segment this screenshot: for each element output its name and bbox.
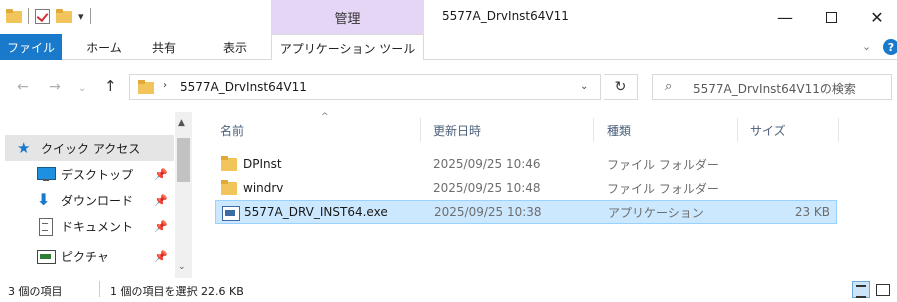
tab-file[interactable]: ファイル [0, 34, 62, 60]
column-header-type[interactable]: 種類 [607, 118, 631, 142]
file-row-dpinst[interactable]: DPInst 2025/09/25 10:46 ファイル フォルダー [215, 152, 837, 176]
tab-share[interactable]: 共有 [140, 34, 188, 60]
file-row-windrv[interactable]: windrv 2025/09/25 10:48 ファイル フォルダー [215, 176, 837, 200]
column-header-label: サイズ [750, 123, 786, 138]
customize-toolbar-dropdown[interactable]: ▾ [78, 10, 84, 23]
toolbar-divider [89, 8, 91, 24]
sidebar-item-documents[interactable]: ドキュメント 📌 [5, 213, 174, 239]
column-header-label: 種類 [607, 123, 632, 138]
search-placeholder: 5577A_DrvInst64V11の検索 [693, 82, 856, 96]
maximize-button[interactable] [808, 0, 854, 34]
column-header-label: 更新日時 [433, 123, 482, 138]
refresh-button[interactable]: ↻ [604, 74, 638, 100]
desktop-icon [37, 166, 56, 182]
file-name: windrv [243, 181, 284, 195]
sidebar-item-label: ピクチャ [61, 249, 109, 264]
sidebar-item-pictures[interactable]: ピクチャ 📌 [5, 243, 174, 269]
file-date-modified: 2025/09/25 10:48 [433, 181, 541, 195]
column-header-date-modified[interactable]: 更新日時 [433, 118, 481, 142]
file-type: ファイル フォルダー [607, 157, 719, 172]
forward-button[interactable]: → [49, 79, 61, 95]
breadcrumb-separator[interactable]: › [163, 80, 167, 91]
toolbar-divider [28, 8, 29, 24]
sidebar-item-label: クイック アクセス [41, 141, 141, 156]
pin-icon: 📌 [154, 193, 168, 207]
breadcrumb-current-folder[interactable]: 5577A_DrvInst64V11 [180, 80, 307, 94]
item-count: 3 個の項目 [8, 285, 63, 298]
details-view-icon[interactable] [852, 281, 870, 298]
manage-context-tab[interactable]: 管理 [271, 0, 424, 34]
folder-icon [221, 156, 237, 171]
quick-access-toolbar: ▾ [6, 8, 91, 24]
column-header-label: 名前 [220, 123, 245, 138]
status-bar: 3 個の項目 1 個の項目を選択 22.6 KB [0, 278, 897, 302]
navigation-pane: ★ クイック アクセス デスクトップ 📌 ⬇ ダウンロード 📌 ドキュメント 📌… [0, 112, 192, 278]
ribbon-tabs: ファイル ホーム 共有 表示 アプリケーション ツール ⌄ ? [0, 34, 897, 61]
folder-icon [138, 80, 154, 94]
pin-icon: 📌 [154, 249, 168, 263]
navigation-pane-scrollbar[interactable]: ▲ ⌄ [175, 112, 192, 278]
sidebar-item-label: デスクトップ [61, 167, 134, 182]
tab-view[interactable]: 表示 [212, 34, 258, 60]
back-button[interactable]: ← [17, 79, 29, 95]
sidebar-item-downloads[interactable]: ⬇ ダウンロード 📌 [5, 187, 174, 213]
selection-info: 1 個の項目を選択 22.6 KB [110, 285, 244, 298]
file-date-modified: 2025/09/25 10:46 [433, 157, 541, 171]
properties-icon[interactable] [35, 8, 50, 24]
scroll-up-icon[interactable]: ▲ [178, 118, 185, 128]
file-type: アプリケーション [608, 205, 704, 220]
close-button[interactable]: ✕ [854, 0, 897, 34]
maximize-icon [825, 11, 837, 23]
column-header-size[interactable]: サイズ [750, 118, 786, 142]
file-list: 名前 ^ 更新日時 種類 サイズ DPInst 2025/09/25 10:46… [200, 112, 897, 278]
scroll-down-icon[interactable]: ⌄ [178, 262, 186, 272]
help-icon[interactable]: ? [883, 39, 897, 55]
scrollbar-thumb[interactable] [177, 138, 190, 182]
large-icons-view-icon[interactable] [874, 281, 892, 298]
column-header-name[interactable]: 名前 [220, 118, 244, 142]
search-icon: ⌕ [665, 79, 673, 94]
column-divider[interactable] [420, 118, 421, 142]
pin-icon: 📌 [154, 167, 168, 181]
star-icon: ★ [17, 139, 31, 157]
file-name: DPInst [243, 157, 282, 171]
pin-icon: 📌 [154, 219, 168, 233]
sidebar-item-label: ダウンロード [61, 193, 134, 208]
status-divider [99, 281, 100, 297]
title-bar: ▾ 管理 5577A_DrvInst64V11 — ✕ [0, 0, 897, 34]
column-divider[interactable] [838, 118, 839, 142]
navigation-bar: ← → ⌄ ↑ › 5577A_DrvInst64V11 ⌄ ↻ ⌕ 5577A… [0, 60, 897, 112]
tab-home[interactable]: ホーム [82, 34, 126, 60]
address-bar[interactable]: › 5577A_DrvInst64V11 ⌄ [129, 74, 601, 100]
sidebar-item-label: ドキュメント [61, 219, 134, 234]
sidebar-item-quick-access[interactable]: ★ クイック アクセス [5, 135, 174, 161]
folder-icon [221, 180, 237, 195]
window-title: 5577A_DrvInst64V11 [442, 9, 569, 23]
tab-application-tools[interactable]: アプリケーション ツール [271, 34, 424, 61]
folder-icon[interactable] [6, 9, 22, 23]
column-divider[interactable] [737, 118, 738, 142]
file-row-installer-exe[interactable]: 5577A_DRV_INST64.exe 2025/09/25 10:38 アプ… [215, 200, 837, 224]
column-divider[interactable] [593, 118, 594, 142]
expand-ribbon-icon[interactable]: ⌄ [862, 40, 871, 53]
recent-locations-button[interactable]: ⌄ [78, 83, 86, 94]
sort-ascending-icon: ^ [321, 112, 329, 122]
up-button[interactable]: ↑ [104, 77, 117, 95]
file-size: 23 KB [794, 205, 830, 219]
sidebar-item-desktop[interactable]: デスクトップ 📌 [5, 161, 174, 187]
new-folder-icon[interactable] [56, 9, 72, 23]
file-date-modified: 2025/09/25 10:38 [434, 205, 542, 219]
pictures-icon [37, 248, 56, 264]
document-icon [37, 218, 55, 236]
search-input[interactable]: ⌕ 5577A_DrvInst64V11の検索 [652, 74, 892, 100]
file-type: ファイル フォルダー [607, 181, 719, 196]
minimize-button[interactable]: — [762, 0, 808, 34]
address-history-dropdown[interactable]: ⌄ [580, 81, 588, 92]
download-icon: ⬇ [37, 190, 51, 209]
application-icon [222, 205, 240, 221]
file-name: 5577A_DRV_INST64.exe [244, 205, 388, 219]
